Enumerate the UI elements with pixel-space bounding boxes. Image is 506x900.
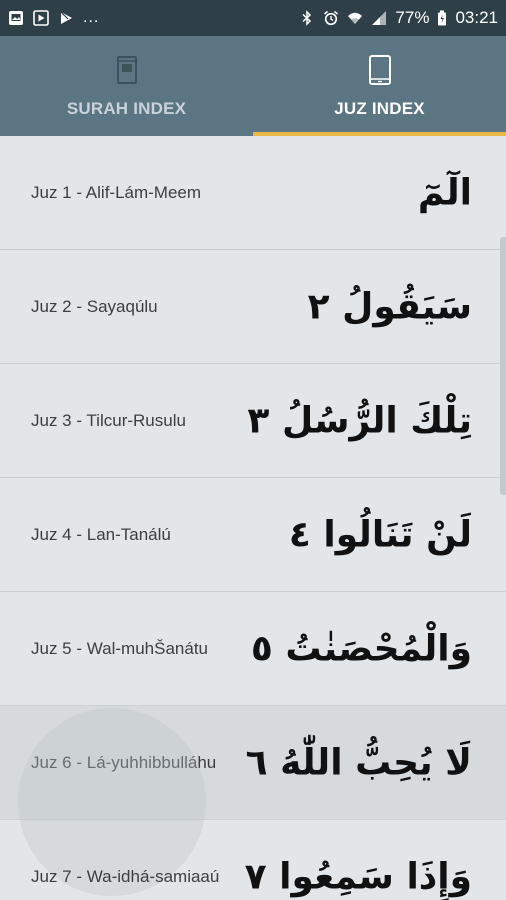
list-item-juz-6[interactable]: Juz 6 - Lá-yuhhibbulláhu لَا يُحِبُّ الل… (0, 706, 506, 896)
juz-arabic-title: لَا يُحِبُّ اللّٰهُ ٦ (245, 742, 472, 783)
list-item-juz-3[interactable]: Juz 3 - Tilcur-Rusulu تِلْكَ الرُّسُلُ ٣ (0, 364, 506, 478)
play-store-icon (33, 10, 49, 26)
status-bar: ... 77% 03:21 (0, 0, 506, 36)
clock: 03:21 (455, 8, 498, 27)
tab-surah-index[interactable]: SURAH INDEX (0, 36, 253, 136)
bluetooth-icon (299, 10, 315, 26)
scrollbar[interactable] (500, 237, 506, 495)
list-item-juz-4[interactable]: Juz 4 - Lan-Tanálú لَنْ تَنَالُوا ٤ (0, 478, 506, 592)
book-open-icon (114, 54, 140, 86)
wifi-icon (347, 10, 363, 26)
list-item-juz-7[interactable]: Juz 7 - Wa-idhá-samiaaú وَإِذَا سَمِعُوا… (0, 820, 506, 900)
juz-label: Juz 6 - Lá-yuhhibbulláhu (31, 752, 217, 772)
juz-arabic-title: وَإِذَا سَمِعُوا ٧ (244, 856, 472, 897)
juz-list[interactable]: Juz 1 - Alif-Lám-Meem الٓمٓ Juz 2 - Saya… (0, 136, 506, 900)
juz-label: Juz 2 - Sayaqúlu (31, 296, 158, 316)
list-item-juz-5[interactable]: Juz 5 - Wal-muhŠanátu وَالْمُحْصَنٰتُ ٥ (0, 592, 506, 706)
juz-label: Juz 5 - Wal-muhŠanátu (31, 638, 208, 658)
juz-arabic-title: لَنْ تَنَالُوا ٤ (288, 514, 472, 555)
juz-arabic-title: تِلْكَ الرُّسُلُ ٣ (247, 400, 472, 441)
status-left: ... (8, 9, 299, 27)
photo-icon (8, 10, 24, 26)
juz-label: Juz 4 - Lan-Tanálú (31, 524, 171, 544)
tab-surah-index-label: SURAH INDEX (66, 99, 187, 118)
tablet-icon (367, 54, 393, 86)
list-item-juz-1[interactable]: Juz 1 - Alif-Lám-Meem الٓمٓ (0, 136, 506, 250)
tab-bar: SURAH INDEX JUZ INDEX (0, 36, 506, 136)
list-item-juz-2[interactable]: Juz 2 - Sayaqúlu سَيَقُولُ ٢ (0, 250, 506, 364)
juz-arabic-title: الٓمٓ (417, 172, 472, 213)
play-store-icon (58, 10, 74, 26)
notification-overflow: ... (83, 9, 100, 26)
alarm-icon (323, 10, 339, 26)
juz-arabic-title: وَالْمُحْصَنٰتُ ٥ (250, 628, 472, 669)
battery-percent: 77% (395, 8, 430, 27)
juz-label: Juz 7 - Wa-idhá-samiaaú (31, 866, 220, 886)
tab-juz-index-label: JUZ INDEX (334, 99, 425, 118)
signal-icon (371, 10, 387, 26)
tab-juz-index[interactable]: JUZ INDEX (253, 36, 506, 136)
juz-label: Juz 1 - Alif-Lám-Meem (31, 182, 202, 202)
status-right: 77% 03:21 (299, 8, 498, 28)
juz-arabic-title: سَيَقُولُ ٢ (307, 286, 472, 327)
battery-icon (437, 10, 447, 26)
juz-label: Juz 3 - Tilcur-Rusulu (31, 410, 186, 430)
